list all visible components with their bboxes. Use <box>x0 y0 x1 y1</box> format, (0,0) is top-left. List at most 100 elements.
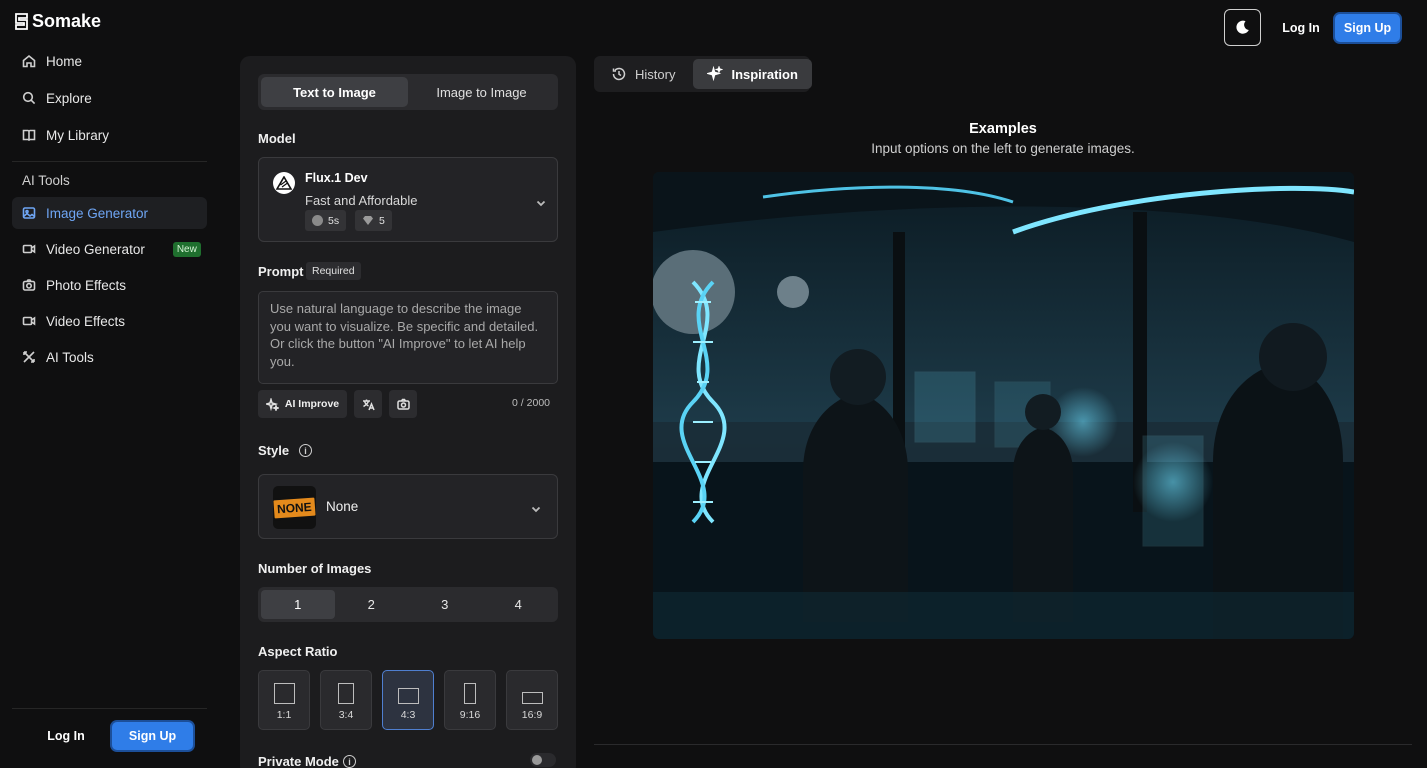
moon-icon <box>1236 20 1249 34</box>
sidebar-item-photo-effects[interactable]: Photo Effects <box>12 269 207 301</box>
tab-label: History <box>635 66 676 82</box>
style-select[interactable]: NONE None <box>258 474 558 539</box>
mode-tabs: Text to Image Image to Image <box>258 74 558 110</box>
sidebar-login-button[interactable]: Log In <box>37 722 95 750</box>
sparkle-icon <box>707 66 724 82</box>
header-login-button[interactable]: Log In <box>1275 14 1327 42</box>
sidebar-item-explore[interactable]: Explore <box>12 82 207 114</box>
sidebar-item-home[interactable]: Home <box>12 45 207 77</box>
sidebar-signup-button[interactable]: Sign Up <box>112 722 193 750</box>
private-mode-toggle[interactable] <box>530 753 556 767</box>
model-select[interactable]: Flux.1 Dev Fast and Affordable 5s 5 <box>258 157 558 242</box>
model-description: Fast and Affordable <box>305 193 418 208</box>
ratio-option-3-4[interactable]: 3:4 <box>320 670 372 730</box>
ratio-label: 3:4 <box>338 709 354 721</box>
new-badge: New <box>172 241 201 257</box>
ratio-label: 16:9 <box>521 709 543 721</box>
example-image <box>653 172 1354 639</box>
chevron-down-icon <box>536 196 546 207</box>
header-signup-button[interactable]: Sign Up <box>1335 14 1400 42</box>
ai-improve-button[interactable]: AI Improve <box>258 390 347 418</box>
example-sci-fi-illustration <box>653 172 1354 639</box>
number-of-images-label: Number of Images <box>258 561 372 576</box>
sidebar-item-label: Video Generator <box>46 241 145 257</box>
model-credits: 5 <box>379 214 385 227</box>
chevron-down-icon <box>531 502 541 513</box>
required-badge: Required <box>306 262 361 280</box>
sidebar-item-ai-tools[interactable]: AI Tools <box>12 341 207 373</box>
camera-icon <box>22 279 36 291</box>
sidebar: Somake Home Explore My Library AI Tools … <box>0 0 220 768</box>
gem-icon <box>363 216 373 225</box>
ratio-shape <box>464 683 476 704</box>
aspect-ratio-label: Aspect Ratio <box>258 644 338 659</box>
info-icon[interactable]: i <box>299 444 312 457</box>
sidebar-item-label: Explore <box>46 90 92 106</box>
sparkle-icon <box>265 397 279 411</box>
sidebar-item-video-generator[interactable]: Video Generator New <box>12 233 207 265</box>
translate-button[interactable] <box>354 390 382 418</box>
ratio-shape <box>338 683 354 704</box>
history-icon <box>612 67 626 81</box>
style-name: None <box>326 499 359 514</box>
sidebar-footer-divider <box>12 708 207 709</box>
camera-icon <box>396 398 410 410</box>
flux-model-icon <box>273 172 295 194</box>
tab-history[interactable]: History <box>597 59 689 89</box>
count-option[interactable]: 1 <box>261 590 335 619</box>
ai-improve-label: AI Improve <box>284 398 340 410</box>
ratio-option-9-16[interactable]: 9:16 <box>444 670 496 730</box>
ratio-option-16-9[interactable]: 16:9 <box>506 670 558 730</box>
prompt-textarea[interactable]: Use natural language to describe the ima… <box>258 291 558 384</box>
ratio-shape <box>521 692 543 704</box>
main-tabs: History Inspiration <box>594 56 812 92</box>
main-divider <box>594 744 1412 745</box>
prompt-label: Prompt <box>258 264 304 279</box>
tab-inspiration[interactable]: Inspiration <box>693 59 812 89</box>
sidebar-item-label: Video Effects <box>46 313 126 329</box>
info-icon[interactable]: i <box>343 755 356 768</box>
ratio-label: 1:1 <box>276 709 292 721</box>
tab-text-to-image[interactable]: Text to Image <box>261 77 408 107</box>
sidebar-item-video-effects[interactable]: Video Effects <box>12 305 207 337</box>
ratio-option-4-3[interactable]: 4:3 <box>382 670 434 730</box>
private-mode-label: Private Mode <box>258 754 339 768</box>
somake-logo-icon <box>15 13 28 30</box>
sidebar-item-label: My Library <box>46 127 110 143</box>
sidebar-section-label: AI Tools <box>22 173 70 188</box>
search-icon <box>22 91 36 105</box>
model-time: 5s <box>328 214 340 227</box>
style-thumb-text: NONE <box>273 494 316 521</box>
model-label: Model <box>258 131 296 146</box>
prompt-char-counter: 0 / 2000 <box>512 397 550 409</box>
ratio-option-1-1[interactable]: 1:1 <box>258 670 310 730</box>
model-name: Flux.1 Dev <box>305 171 368 185</box>
book-icon <box>22 129 36 141</box>
count-option[interactable]: 2 <box>335 590 409 619</box>
ratio-label: 9:16 <box>459 709 481 721</box>
sidebar-item-label: Image Generator <box>46 205 149 221</box>
count-option[interactable]: 3 <box>408 590 482 619</box>
count-option[interactable]: 4 <box>482 590 556 619</box>
examples-title: Examples <box>969 121 1037 137</box>
sidebar-item-image-generator[interactable]: Image Generator <box>12 197 207 229</box>
examples-subtitle: Input options on the left to generate im… <box>871 141 1135 156</box>
generator-panel: Text to Image Image to Image Model Flux.… <box>240 56 576 768</box>
style-label: Style <box>258 443 290 458</box>
ratio-label: 4:3 <box>400 709 416 721</box>
tab-image-to-image[interactable]: Image to Image <box>408 77 555 107</box>
model-credits-chip: 5 <box>355 210 392 231</box>
sidebar-item-label: Photo Effects <box>46 277 127 293</box>
ratio-shape <box>397 688 419 704</box>
tools-icon <box>23 351 35 363</box>
number-of-images-selector: 1 2 3 4 <box>258 587 558 622</box>
brand-name: Somake <box>32 11 102 31</box>
video-icon <box>22 244 36 254</box>
brand-logo[interactable]: Somake <box>14 11 101 32</box>
image-prompt-button[interactable] <box>389 390 417 418</box>
theme-toggle-button[interactable] <box>1224 9 1261 46</box>
sidebar-item-my-library[interactable]: My Library <box>12 119 207 151</box>
home-icon <box>22 54 36 68</box>
sidebar-item-label: AI Tools <box>46 349 94 365</box>
tab-label: Inspiration <box>731 66 798 82</box>
